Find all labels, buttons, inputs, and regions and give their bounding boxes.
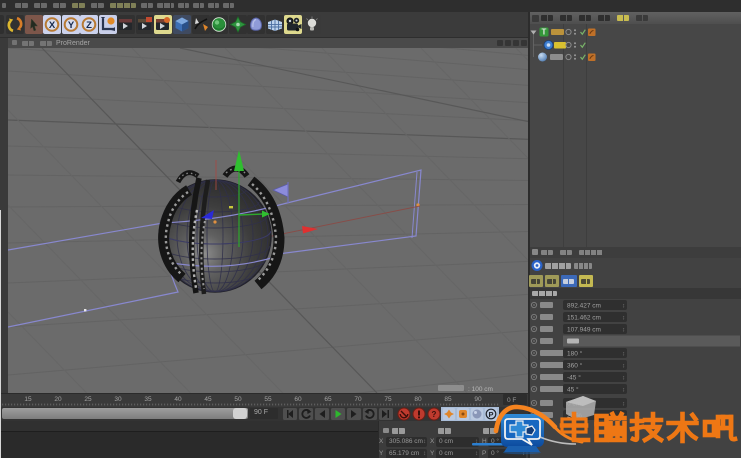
svg-text:151.462 cm: 151.462 cm	[567, 315, 601, 322]
svg-text:↕: ↕	[622, 352, 625, 358]
svg-text:T: T	[542, 28, 547, 37]
svg-text:360 °: 360 °	[567, 362, 583, 370]
svg-text:60: 60	[294, 396, 302, 403]
svg-text:Z: Z	[86, 20, 92, 31]
svg-text:↕: ↕	[622, 316, 625, 322]
svg-text:15: 15	[24, 396, 32, 403]
svg-text:↕: ↕	[622, 328, 625, 334]
svg-text:Y: Y	[68, 20, 75, 31]
svg-text:50: 50	[234, 396, 242, 403]
svg-text:20: 20	[54, 396, 62, 403]
svg-text:70: 70	[354, 396, 362, 403]
svg-text:180 °: 180 °	[567, 350, 583, 358]
svg-text:↕: ↕	[622, 364, 625, 370]
svg-text:25: 25	[84, 396, 92, 403]
svg-text:↕: ↕	[622, 376, 625, 382]
svg-text:107.949 cm: 107.949 cm	[567, 327, 601, 334]
svg-text:85: 85	[444, 396, 452, 403]
svg-text:-45 °: -45 °	[567, 374, 581, 382]
svg-text:65: 65	[324, 396, 332, 403]
svg-text:?: ?	[432, 410, 437, 419]
svg-text:45: 45	[204, 396, 212, 403]
svg-text:30: 30	[114, 396, 122, 403]
svg-text:40: 40	[174, 396, 182, 403]
svg-text:75: 75	[384, 396, 392, 403]
svg-text:55: 55	[264, 396, 272, 403]
svg-text:↕: ↕	[622, 304, 625, 310]
svg-text:X: X	[49, 20, 56, 31]
svg-text:80: 80	[414, 396, 422, 403]
svg-text:892.427 cm: 892.427 cm	[567, 303, 601, 310]
svg-text:35: 35	[144, 396, 152, 403]
